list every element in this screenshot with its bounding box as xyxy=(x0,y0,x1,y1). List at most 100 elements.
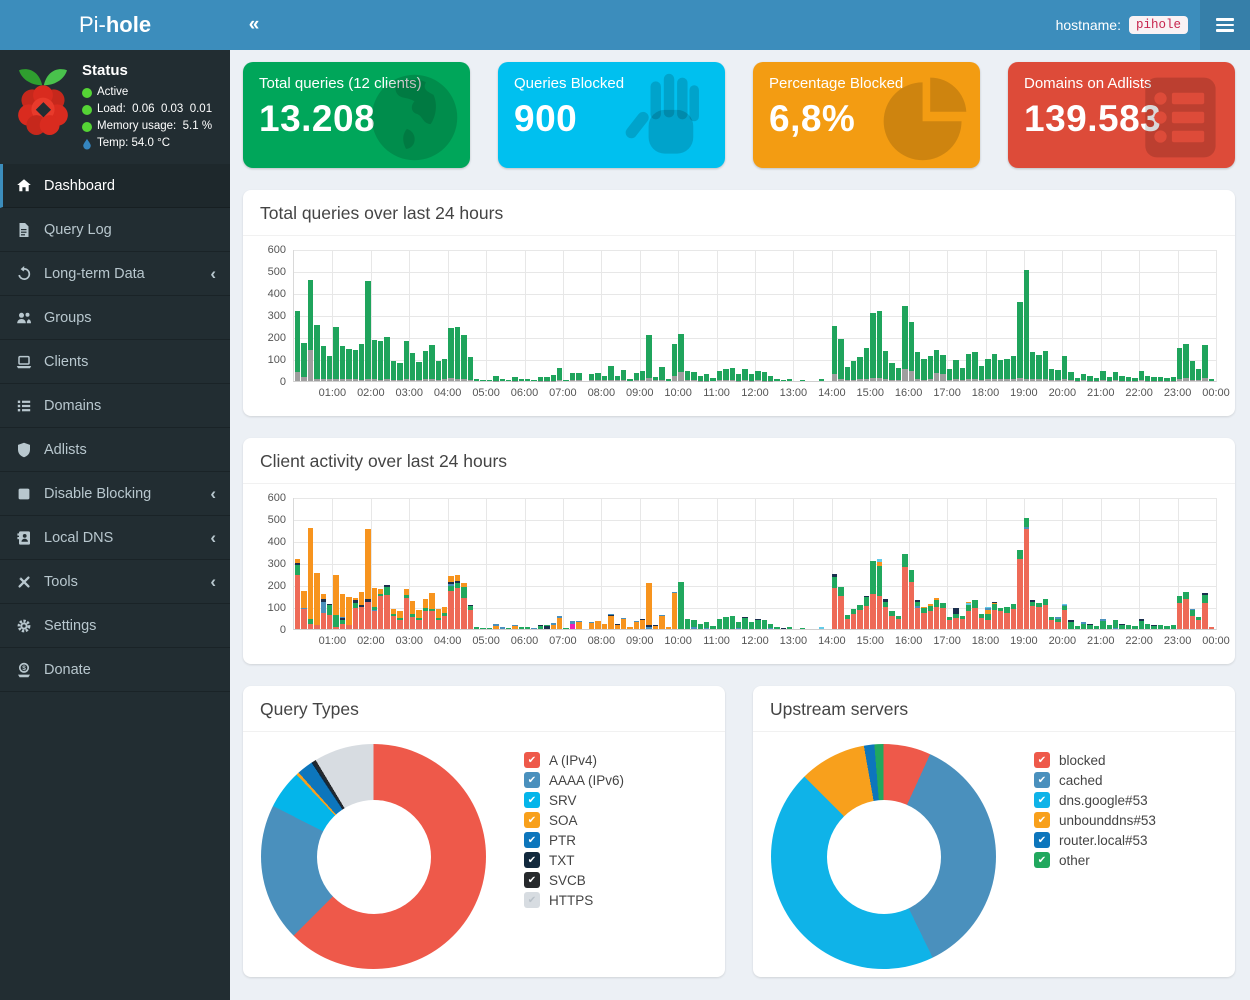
x-axis-tick: 23:00 xyxy=(1163,387,1192,399)
sidebar-item-adlists[interactable]: Adlists xyxy=(0,428,230,472)
x-axis-tick: 19:00 xyxy=(1010,387,1038,399)
x-axis-tick: 03:00 xyxy=(395,635,424,647)
bar xyxy=(614,623,620,629)
bar xyxy=(895,615,902,629)
bar xyxy=(569,373,576,381)
donate-icon: $ xyxy=(18,662,30,677)
bar xyxy=(544,625,550,629)
legend-item-blocked[interactable]: ✔ blocked xyxy=(1034,750,1156,770)
bar xyxy=(716,371,723,381)
bar xyxy=(914,600,921,629)
x-axis-tick: 07:00 xyxy=(549,387,577,399)
bar xyxy=(397,363,403,381)
bar xyxy=(358,591,365,629)
x-axis-tick: 13:00 xyxy=(779,635,808,647)
sidebar-item-donate[interactable]: $ Donate xyxy=(0,648,230,692)
x-axis-tick: 05:00 xyxy=(472,635,500,647)
legend-item-unbounddns-53[interactable]: ✔ unbounddns#53 xyxy=(1034,810,1156,830)
panel-total-queries: Total queries over last 24 hours 0 100 200… xyxy=(243,190,1235,416)
bar xyxy=(640,619,646,629)
bar xyxy=(307,527,314,629)
sidebar-item-long-term-data[interactable]: Long-term Data ‹ xyxy=(0,252,230,296)
bar xyxy=(921,359,927,381)
bar xyxy=(1106,624,1112,629)
bar-chart-client-activity[interactable]: 0 100 200 300 400 500 600 01:00 02:00 03:00 04:00 0… xyxy=(268,492,1230,647)
y-axis-tick: 300 xyxy=(267,558,286,570)
sidebar-menu: Dashboard Query Log Long-term Data ‹ Gro… xyxy=(0,164,230,692)
legend-item-soa[interactable]: ✔ SOA xyxy=(524,810,624,830)
legend-item-https[interactable]: ✔ HTTPS xyxy=(524,890,624,910)
legend-item-txt[interactable]: ✔ TXT xyxy=(524,850,624,870)
legend-checkbox-icon: ✔ xyxy=(524,832,540,848)
upstream-servers-donut-chart[interactable] xyxy=(771,744,996,969)
bar xyxy=(997,608,1004,629)
adlist-icon xyxy=(1145,77,1216,158)
brand-suffix: hole xyxy=(105,12,152,37)
bar xyxy=(819,627,825,629)
legend-item-cached[interactable]: ✔ cached xyxy=(1034,770,1156,790)
bar xyxy=(1183,343,1189,381)
bar xyxy=(339,345,346,381)
bar xyxy=(384,337,390,381)
bar xyxy=(767,375,774,381)
sidebar-item-tools[interactable]: Tools ‹ xyxy=(0,560,230,604)
legend-checkbox-icon: ✔ xyxy=(524,852,540,868)
bar xyxy=(940,354,946,381)
y-axis-tick: 0 xyxy=(279,376,286,388)
bar xyxy=(365,280,371,381)
sidebar-item-query-log[interactable]: Query Log xyxy=(0,208,230,252)
main-content: Total queries (12 clients) 13.208 Querie… xyxy=(230,50,1250,1000)
bar xyxy=(934,598,940,629)
bar xyxy=(1183,591,1189,629)
bar-chart-total-queries[interactable]: 0 100 200 300 400 500 600 01:00 02:00 03:00 04:00 0… xyxy=(268,244,1230,399)
bar xyxy=(307,279,314,381)
sidebar-item-dashboard[interactable]: Dashboard xyxy=(0,164,230,208)
legend-item-ptr[interactable]: ✔ PTR xyxy=(524,830,624,850)
bar xyxy=(838,339,844,381)
sidebar-item-groups[interactable]: Groups xyxy=(0,296,230,340)
sidebar-item-clients[interactable]: Clients xyxy=(0,340,230,384)
bar xyxy=(576,620,582,629)
bar xyxy=(499,627,505,629)
bar xyxy=(985,359,991,381)
y-axis-tick: 500 xyxy=(267,514,286,526)
legend-item-svcb[interactable]: ✔ SVCB xyxy=(524,870,624,890)
bar xyxy=(569,621,576,629)
bar xyxy=(557,367,563,381)
legend-item-a-ipv4-[interactable]: ✔ A (IPv4) xyxy=(524,750,624,770)
sidebar-item-disable-blocking[interactable]: Disable Blocking ‹ xyxy=(0,472,230,516)
hamburger-menu-button[interactable] xyxy=(1200,0,1250,50)
x-axis-tick: 22:00 xyxy=(1125,387,1153,399)
bar xyxy=(550,374,557,381)
bar xyxy=(914,352,921,381)
sidebar-item-local-dns[interactable]: Local DNS ‹ xyxy=(0,516,230,560)
hostname-label: hostname: xyxy=(1055,17,1121,33)
bar xyxy=(691,372,697,381)
stat-card-percentage-blocked: Percentage Blocked 6,8% xyxy=(753,62,980,168)
bar xyxy=(352,350,358,381)
sidebar-item-settings[interactable]: Settings xyxy=(0,604,230,648)
x-axis-tick: 20:00 xyxy=(1048,635,1077,647)
bar xyxy=(486,627,493,629)
legend-item-router-local-53[interactable]: ✔ router.local#53 xyxy=(1034,830,1156,850)
query-types-donut-chart[interactable] xyxy=(261,744,486,969)
y-axis-tick: 500 xyxy=(267,266,286,278)
bar xyxy=(1042,599,1049,629)
bar xyxy=(966,353,972,381)
bar xyxy=(454,327,461,381)
x-axis-tick: 05:00 xyxy=(472,387,500,399)
legend-item-aaaa-ipv6-[interactable]: ✔ AAAA (IPv6) xyxy=(524,770,624,790)
bar xyxy=(1049,368,1055,381)
sidebar-item-domains[interactable]: Domains xyxy=(0,384,230,428)
x-axis-tick: 11:00 xyxy=(703,387,730,399)
pie-chart-icon xyxy=(883,77,967,161)
legend-item-other[interactable]: ✔ other xyxy=(1034,850,1156,870)
legend-item-dns-google-53[interactable]: ✔ dns.google#53 xyxy=(1034,790,1156,810)
bar xyxy=(390,609,397,629)
bar xyxy=(512,377,518,381)
bar xyxy=(410,600,416,629)
legend-item-srv[interactable]: ✔ SRV xyxy=(524,790,624,810)
sidebar-collapse-button[interactable]: « xyxy=(230,0,278,50)
x-axis-tick: 10:00 xyxy=(664,635,692,647)
bar xyxy=(493,623,499,629)
